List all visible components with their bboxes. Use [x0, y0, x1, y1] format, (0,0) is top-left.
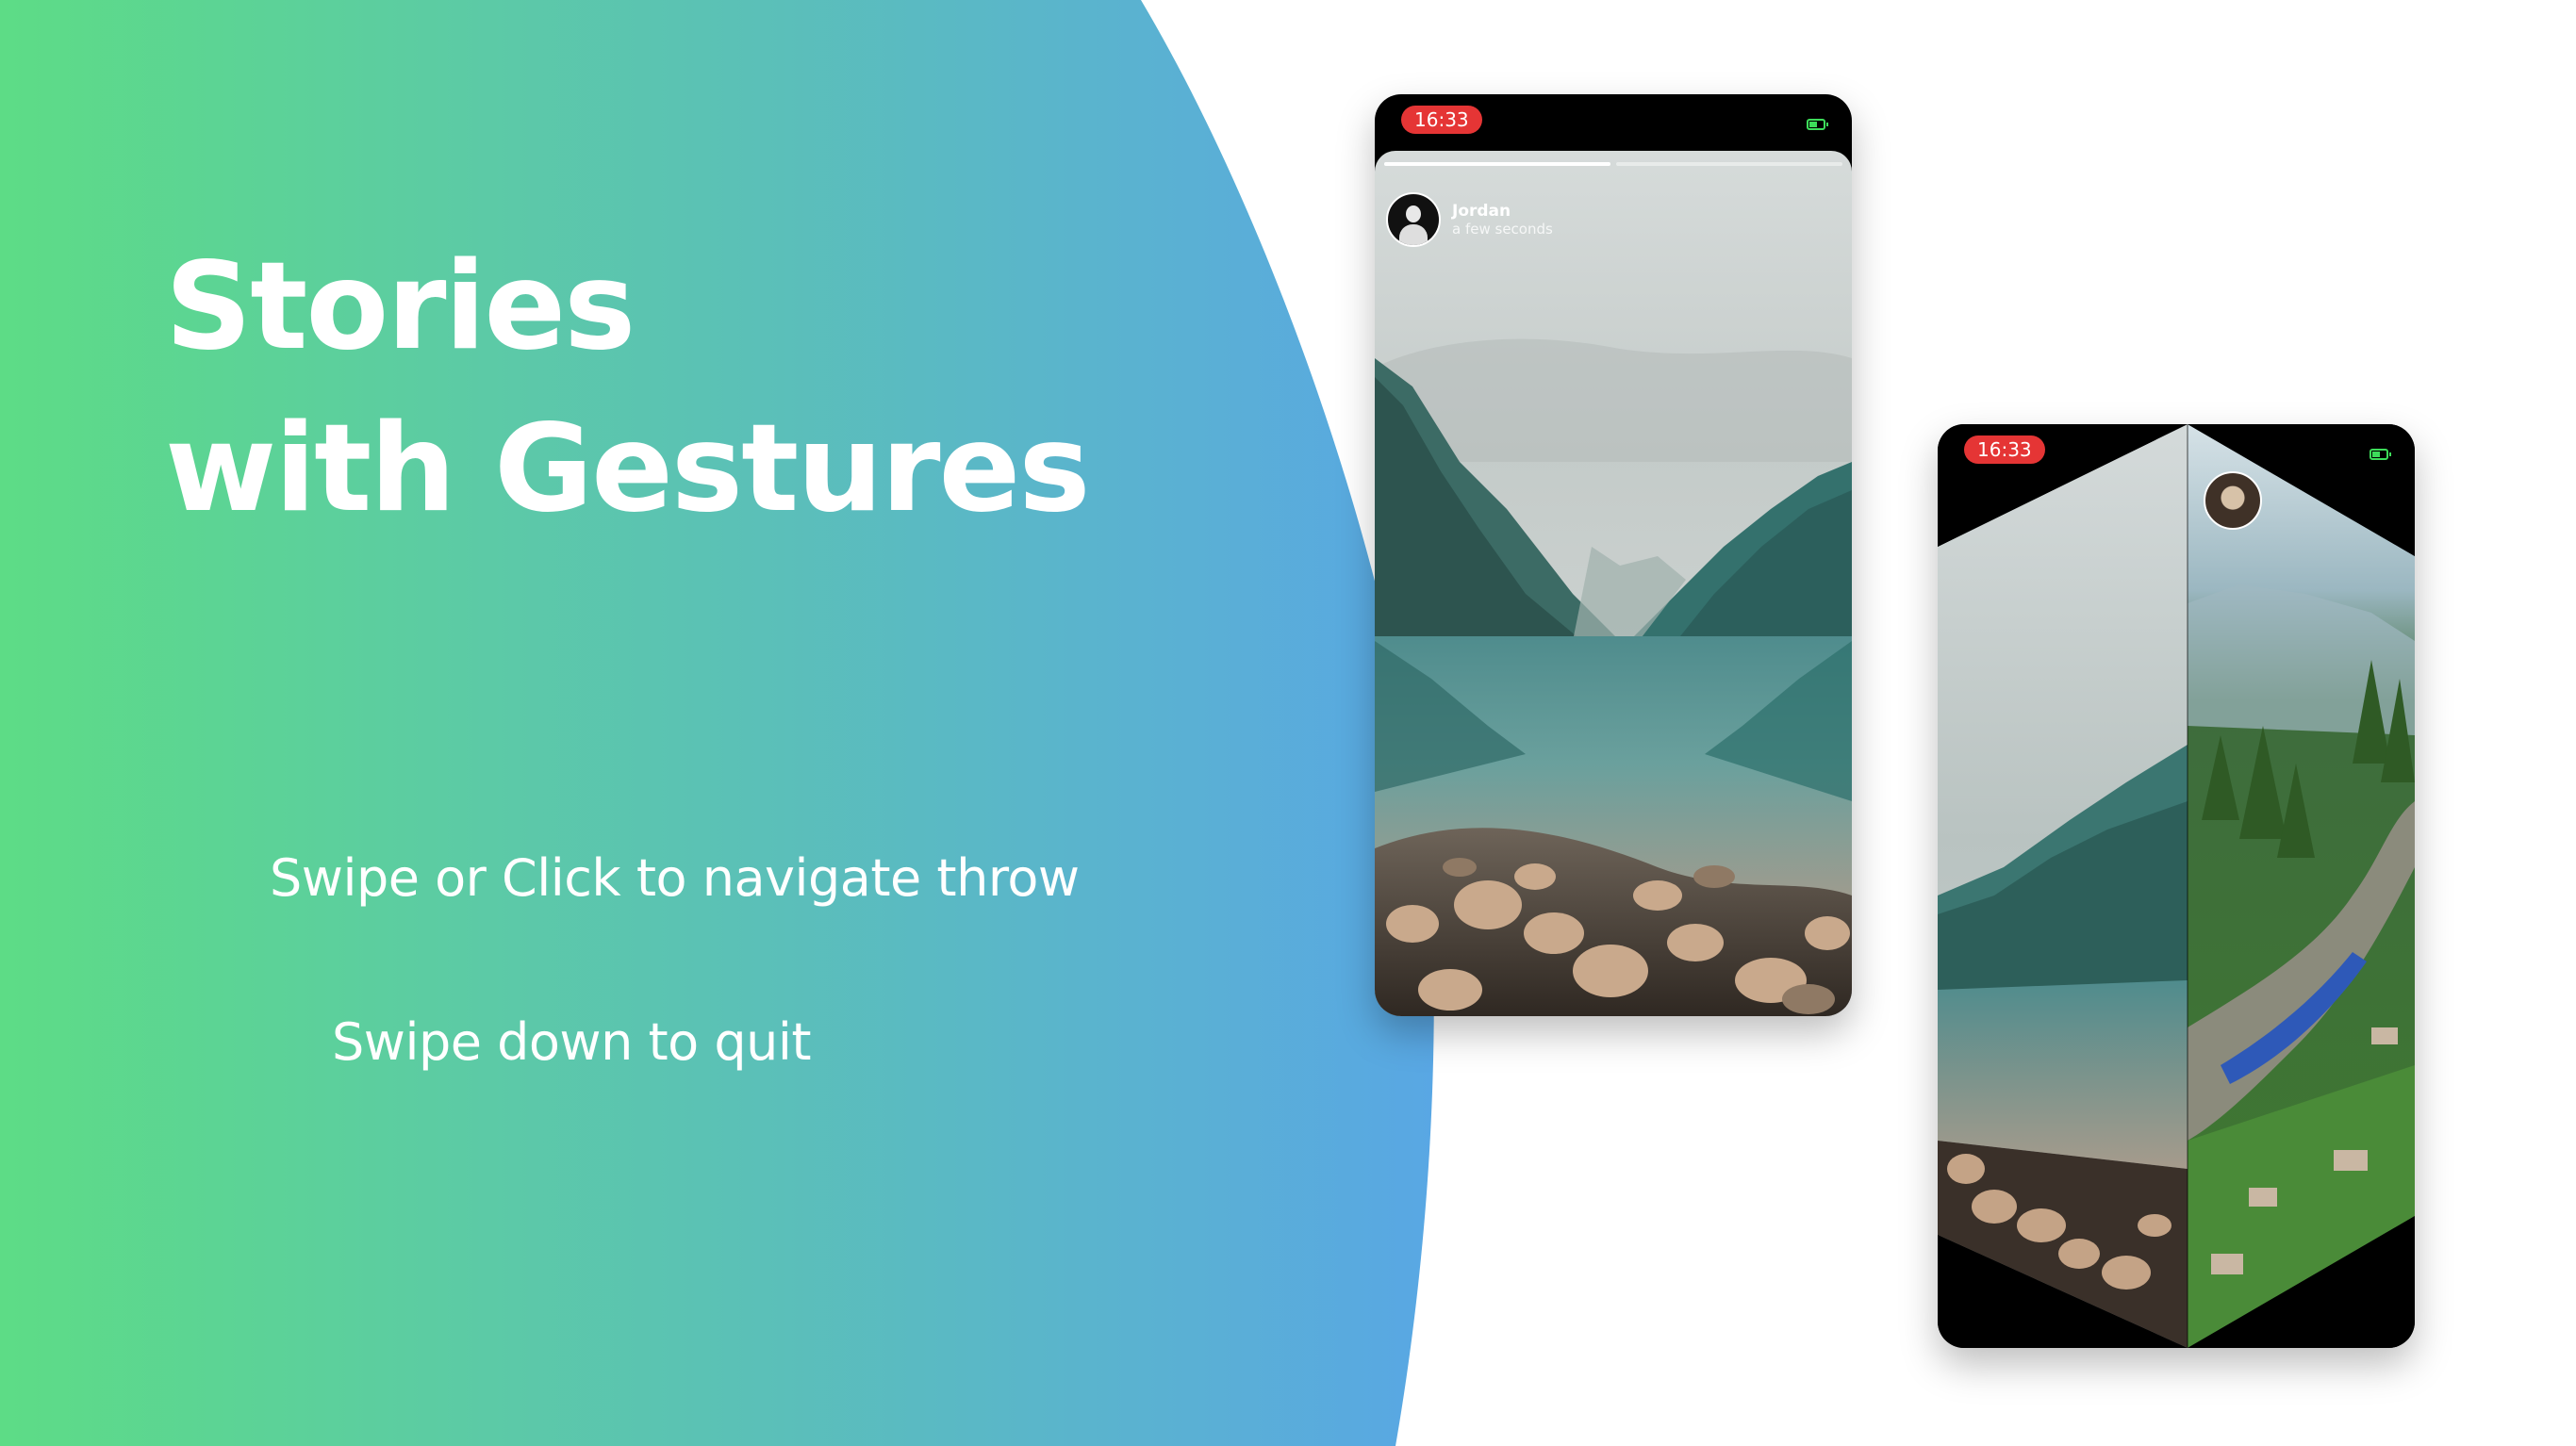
avatar[interactable]: [1386, 192, 1441, 247]
time-pill: 16:33: [1964, 435, 2045, 464]
story-timestamp: a few seconds: [1452, 221, 1553, 238]
phone-cube-transition: 16:33: [1938, 424, 2415, 1348]
progress-segment: [1384, 162, 1610, 166]
status-bar: 16:33: [1938, 424, 2415, 486]
user-meta: Jordan a few seconds: [1452, 202, 1553, 238]
cube-transition[interactable]: [1938, 424, 2415, 1348]
page-title: Stories with Gestures: [165, 226, 1090, 550]
status-bar: 16:33: [1375, 94, 1852, 156]
progress-fill: [1384, 162, 1610, 166]
story-progress: [1384, 162, 1842, 166]
phone-story-view: 16:33 Jordan a few seconds: [1375, 94, 1852, 1016]
progress-segment: [1616, 162, 1842, 166]
title-line-1: Stories: [165, 237, 636, 377]
title-line-2: with Gestures: [165, 399, 1090, 539]
story-header[interactable]: Jordan a few seconds: [1386, 192, 1553, 247]
time-pill: 16:33: [1401, 106, 1482, 134]
username: Jordan: [1452, 202, 1511, 221]
story-image-lake: [1375, 151, 1852, 1016]
navigate-hint: Swipe or Click to navigate throw: [270, 848, 1080, 908]
story-viewer[interactable]: Jordan a few seconds: [1375, 151, 1852, 1016]
battery-icon: [1807, 119, 1828, 130]
quit-hint: Swipe down to quit: [332, 1012, 812, 1072]
battery-icon: [2370, 449, 2391, 460]
